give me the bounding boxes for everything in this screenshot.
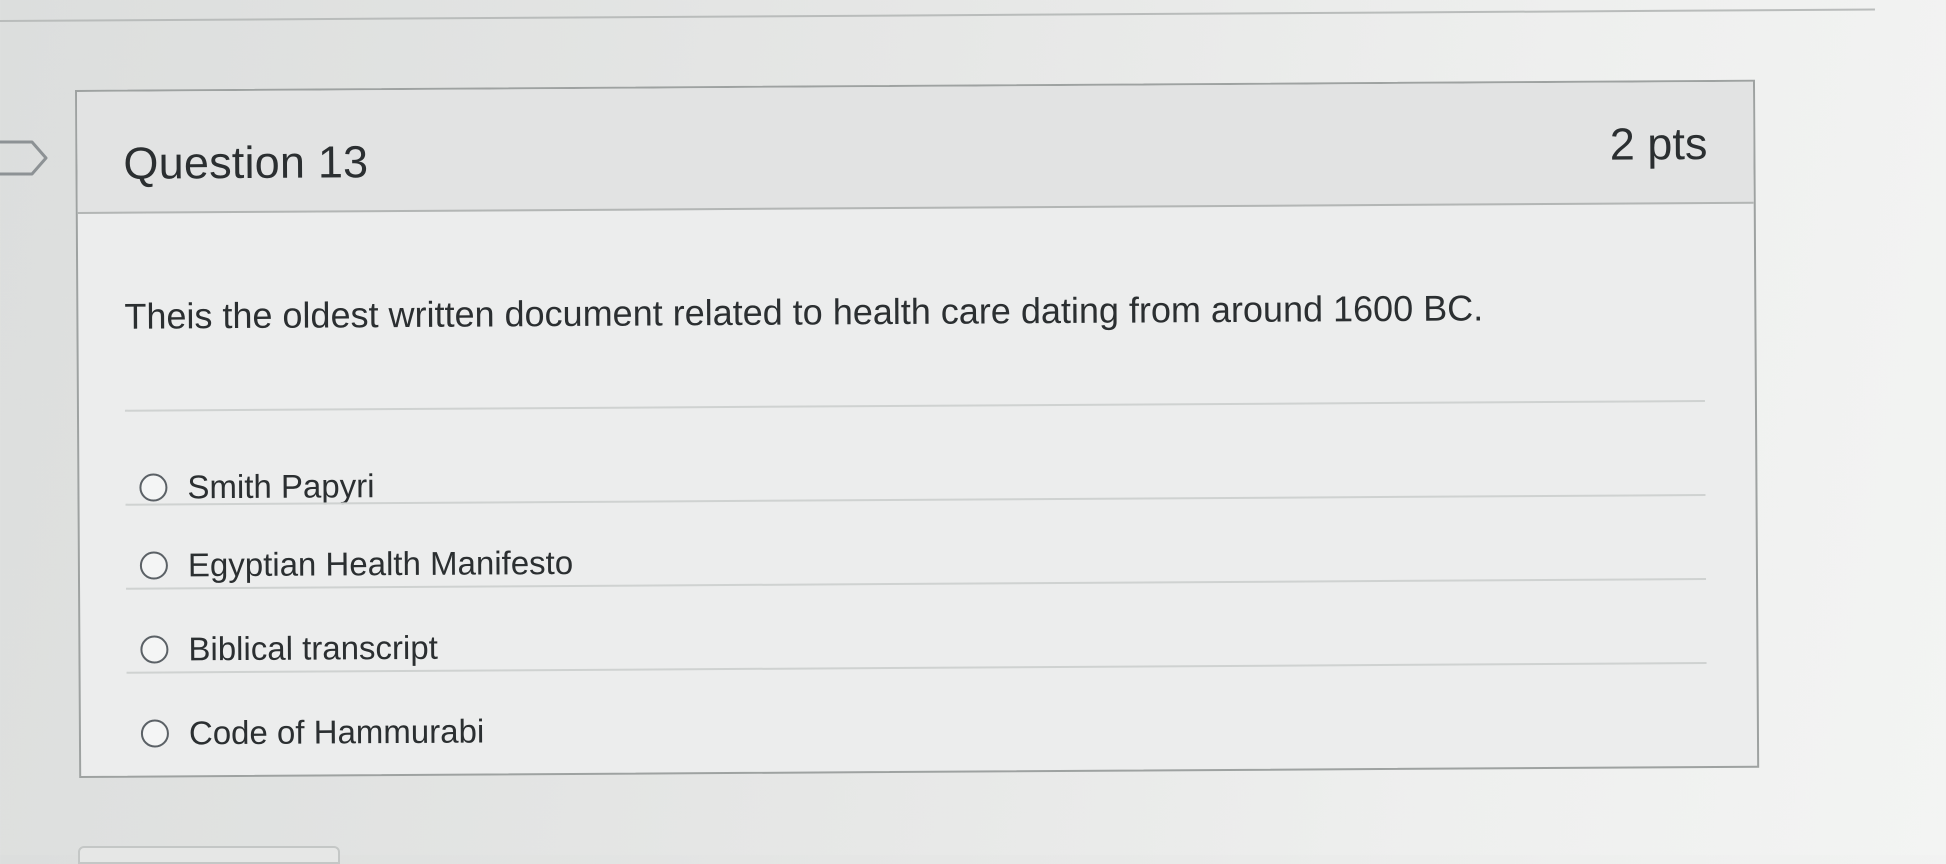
question-points: 2 pts — [1609, 118, 1708, 170]
page-divider — [0, 8, 1875, 22]
question-card: Question 13 2 pts Theis the oldest writt… — [75, 79, 1760, 778]
next-section-tab — [78, 846, 340, 864]
answer-label[interactable]: Code of Hammurabi — [189, 713, 485, 753]
question-header: Question 13 2 pts — [77, 81, 1754, 214]
question-title: Question 13 — [123, 136, 369, 189]
radio-unchecked-icon[interactable] — [140, 635, 169, 664]
answer-label[interactable]: Egyptian Health Manifesto — [188, 544, 573, 584]
answer-label[interactable]: Biblical transcript — [188, 629, 438, 669]
answer-option[interactable]: Smith Papyri — [125, 448, 1705, 518]
answer-option[interactable]: Biblical transcript — [126, 610, 1706, 680]
radio-unchecked-icon[interactable] — [139, 551, 168, 580]
answers-top-divider — [124, 400, 1705, 412]
radio-unchecked-icon[interactable] — [139, 473, 168, 502]
answer-label[interactable]: Smith Papyri — [187, 467, 374, 506]
answer-option[interactable]: Code of Hammurabi — [127, 694, 1707, 764]
flag-outline-icon[interactable] — [0, 138, 50, 178]
question-text: Theis the oldest written document relate… — [124, 287, 1484, 337]
answer-option[interactable]: Egyptian Health Manifesto — [126, 526, 1706, 596]
radio-unchecked-icon[interactable] — [140, 719, 170, 748]
